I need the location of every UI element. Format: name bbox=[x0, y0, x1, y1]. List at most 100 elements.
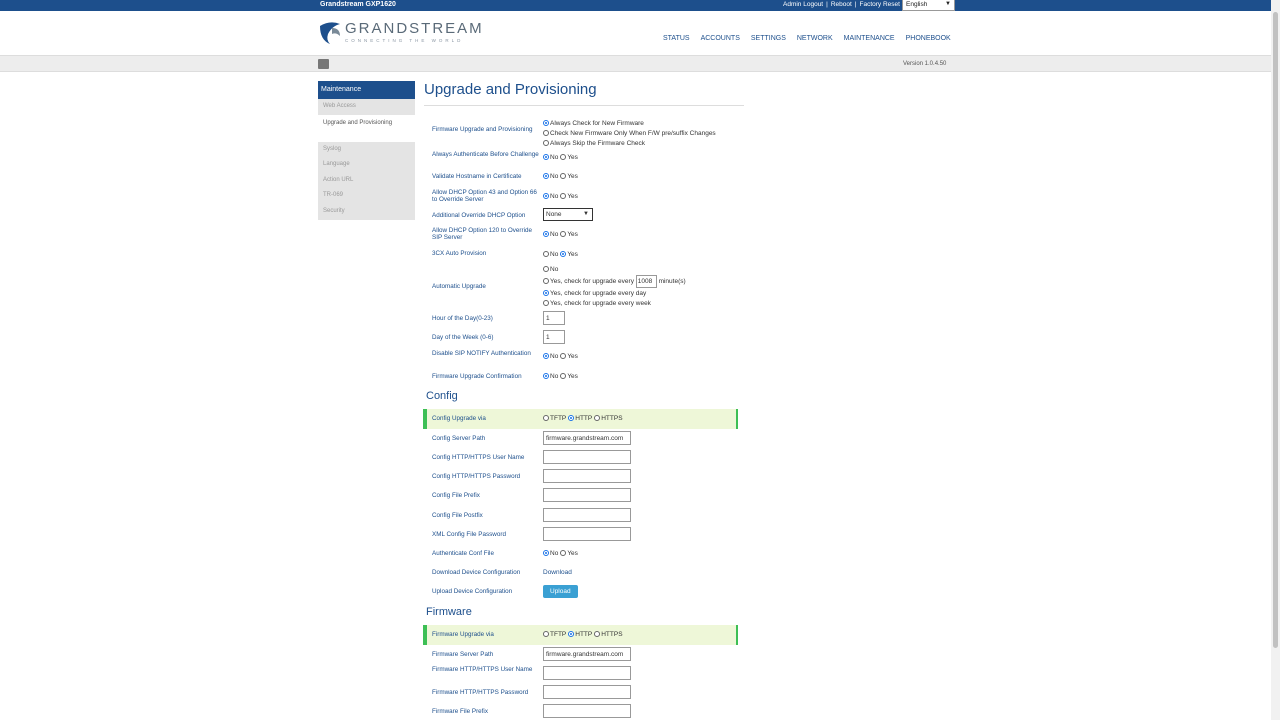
yes-label: Yes bbox=[567, 550, 578, 557]
radio-icon[interactable] bbox=[560, 154, 567, 160]
tftp-label: TFTP bbox=[550, 415, 567, 422]
http-label: HTTP bbox=[575, 631, 593, 638]
radio-icon[interactable] bbox=[543, 300, 549, 306]
http-label: HTTP bbox=[575, 415, 593, 422]
radio-icon[interactable] bbox=[543, 415, 549, 421]
nav-maintenance[interactable]: MAINTENANCE bbox=[844, 35, 895, 42]
config-postfix-input[interactable] bbox=[543, 508, 631, 522]
sidebar-item-tr069[interactable]: TR-069 bbox=[318, 188, 415, 204]
firmware-path-input[interactable]: firmware.grandstream.com bbox=[543, 647, 631, 661]
config-postfix-label: Config File Postfix bbox=[432, 512, 483, 519]
nav-status[interactable]: STATUS bbox=[663, 35, 690, 42]
radio-selected-icon[interactable] bbox=[543, 173, 549, 179]
sidebar-item-language[interactable]: Language bbox=[318, 157, 415, 173]
firmware-via-label: Firmware Upgrade via bbox=[432, 631, 494, 638]
hour-ctl: 1 bbox=[543, 311, 565, 325]
radio-selected-icon[interactable] bbox=[568, 631, 575, 637]
firmware-password-input[interactable] bbox=[543, 685, 631, 699]
dow-input[interactable]: 1 bbox=[543, 330, 565, 344]
sidebar-item-web-access[interactable]: Web Access bbox=[318, 99, 415, 115]
radio-icon[interactable] bbox=[543, 278, 549, 285]
radio-selected-icon[interactable] bbox=[543, 193, 549, 199]
auth-conf-radios: No Yes bbox=[543, 550, 578, 557]
auto-upgrade-opt3-label: Yes, check for upgrade every day bbox=[550, 290, 647, 297]
config-prefix-input[interactable] bbox=[543, 488, 631, 502]
nav-network[interactable]: NETWORK bbox=[797, 35, 833, 42]
config-prefix-ctl bbox=[543, 488, 631, 502]
fw-upgrade-opt3[interactable]: Always Skip the Firmware Check bbox=[543, 140, 645, 147]
radio-icon[interactable] bbox=[560, 231, 567, 237]
auto-upgrade-label: Automatic Upgrade bbox=[432, 283, 486, 290]
no-label: No bbox=[550, 550, 559, 557]
upload-button[interactable]: Upload bbox=[543, 585, 578, 598]
sidebar-item-syslog[interactable]: Syslog bbox=[318, 141, 415, 157]
edit-icon[interactable] bbox=[318, 59, 329, 69]
firmware-section-title: Firmware bbox=[426, 606, 472, 618]
yes-label: Yes bbox=[567, 231, 578, 238]
scrollbar[interactable] bbox=[1271, 0, 1280, 720]
config-user-ctl bbox=[543, 450, 631, 464]
radio-icon[interactable] bbox=[560, 353, 567, 359]
auto-upgrade-opt3[interactable]: Yes, check for upgrade every day bbox=[543, 290, 646, 297]
xml-password-input[interactable] bbox=[543, 527, 631, 541]
yes-label: Yes bbox=[567, 193, 578, 200]
firmware-password-ctl bbox=[543, 685, 631, 699]
nav-accounts[interactable]: ACCOUNTS bbox=[701, 35, 740, 42]
radio-icon[interactable] bbox=[560, 173, 567, 179]
radio-selected-icon[interactable] bbox=[543, 373, 549, 379]
radio-selected-icon[interactable] bbox=[543, 353, 549, 359]
auto-upgrade-opt2[interactable]: Yes, check for upgrade every 1008 minute… bbox=[543, 275, 686, 288]
radio-icon[interactable] bbox=[543, 130, 549, 136]
fw-upgrade-opt2[interactable]: Check New Firmware Only When F/W pre/suf… bbox=[543, 130, 716, 137]
upgrade-minutes-input[interactable]: 1008 bbox=[635, 275, 657, 288]
config-password-ctl bbox=[543, 469, 631, 483]
radio-icon[interactable] bbox=[560, 193, 567, 199]
no-label: No bbox=[550, 173, 559, 180]
radio-icon[interactable] bbox=[560, 373, 567, 379]
radio-selected-icon[interactable] bbox=[543, 290, 549, 296]
factory-reset-link[interactable]: Factory Reset bbox=[860, 1, 900, 8]
config-path-input[interactable]: firmware.grandstream.com bbox=[543, 431, 631, 445]
language-select[interactable]: English ▼ bbox=[902, 0, 955, 11]
admin-logout-link[interactable]: Admin Logout bbox=[783, 1, 823, 8]
dhcp43-label: Allow DHCP Option 43 and Option 66 to Ov… bbox=[432, 189, 537, 203]
radio-selected-icon[interactable] bbox=[560, 251, 567, 257]
language-value: English bbox=[906, 1, 928, 8]
radio-icon[interactable] bbox=[594, 631, 601, 637]
fw-upgrade-opt1[interactable]: Always Check for New Firmware bbox=[543, 120, 644, 127]
nav-phonebook[interactable]: PHONEBOOK bbox=[906, 35, 951, 42]
radio-icon[interactable] bbox=[543, 140, 549, 146]
radio-icon[interactable] bbox=[543, 631, 549, 637]
config-postfix-ctl bbox=[543, 508, 631, 522]
radio-selected-icon[interactable] bbox=[543, 231, 549, 237]
radio-selected-icon[interactable] bbox=[543, 550, 549, 556]
sidebar-item-security[interactable]: Security bbox=[318, 203, 415, 220]
radio-selected-icon[interactable] bbox=[543, 120, 549, 126]
version-text: Version 1.0.4.50 bbox=[903, 61, 947, 67]
radio-icon[interactable] bbox=[543, 266, 549, 272]
sidebar-item-upgrade[interactable]: Upgrade and Provisioning bbox=[318, 114, 415, 142]
config-password-input[interactable] bbox=[543, 469, 631, 483]
radio-icon[interactable] bbox=[543, 251, 549, 257]
firmware-user-input[interactable] bbox=[543, 666, 631, 680]
https-label: HTTPS bbox=[601, 631, 623, 638]
config-via-label: Config Upgrade via bbox=[432, 415, 486, 422]
firmware-path-ctl: firmware.grandstream.com bbox=[543, 647, 631, 661]
sidebar-head[interactable]: Maintenance bbox=[318, 81, 415, 99]
firmware-prefix-input[interactable] bbox=[543, 704, 631, 718]
nav-settings[interactable]: SETTINGS bbox=[751, 35, 786, 42]
reboot-link[interactable]: Reboot bbox=[831, 1, 852, 8]
radio-icon[interactable] bbox=[594, 415, 601, 421]
addl-dhcp-select[interactable]: None ▼ bbox=[543, 208, 593, 221]
radio-selected-icon[interactable] bbox=[543, 154, 549, 160]
auto-upgrade-opt4[interactable]: Yes, check for upgrade every week bbox=[543, 300, 651, 307]
scrollbar-thumb[interactable] bbox=[1273, 12, 1278, 648]
auto-upgrade-opt1[interactable]: No bbox=[543, 266, 558, 273]
download-link[interactable]: Download bbox=[543, 569, 572, 576]
hour-input[interactable]: 1 bbox=[543, 311, 565, 325]
radio-selected-icon[interactable] bbox=[568, 415, 575, 421]
minutes-unit-label: minute(s) bbox=[658, 278, 686, 286]
radio-icon[interactable] bbox=[560, 550, 567, 556]
config-user-input[interactable] bbox=[543, 450, 631, 464]
sidebar-item-action-url[interactable]: Action URL bbox=[318, 172, 415, 188]
